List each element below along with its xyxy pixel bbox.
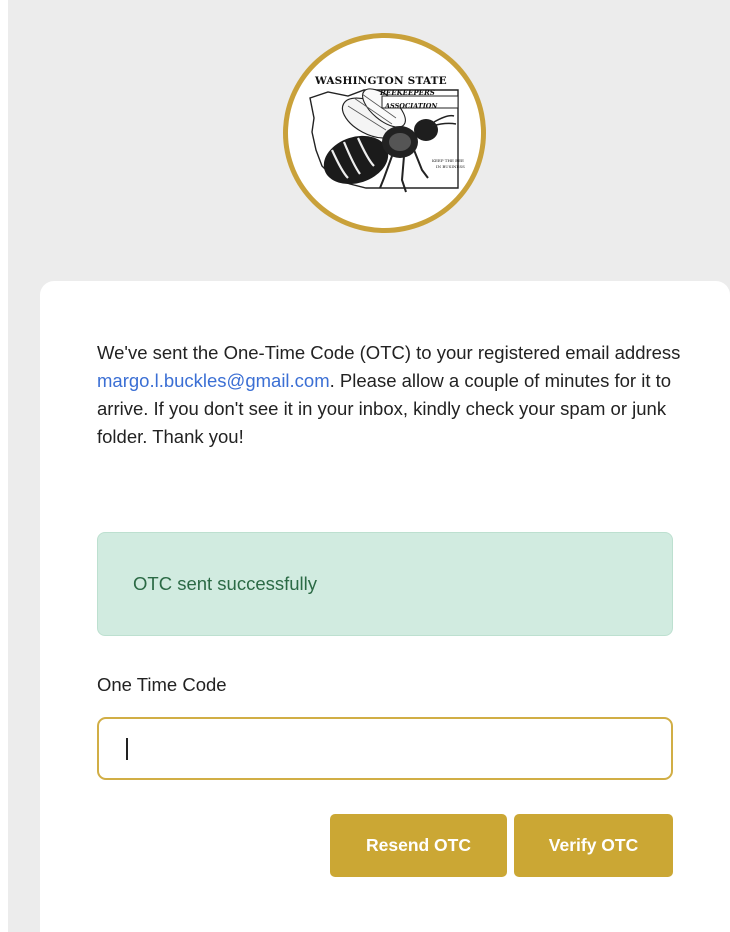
text-cursor bbox=[126, 738, 128, 760]
otc-input[interactable] bbox=[97, 717, 673, 780]
association-logo: KEEP THE BEE IN BUSINESS WASHINGTON STAT… bbox=[283, 33, 486, 233]
otc-card: We've sent the One-Time Code (OTC) to yo… bbox=[40, 281, 730, 932]
email-link[interactable]: margo.l.buckles@gmail.com bbox=[97, 370, 330, 391]
verify-otc-button[interactable]: Verify OTC bbox=[514, 814, 673, 877]
logo-seal: KEEP THE BEE IN BUSINESS WASHINGTON STAT… bbox=[288, 38, 481, 228]
message-text-before: We've sent the One-Time Code (OTC) to yo… bbox=[97, 342, 681, 363]
otc-instructions: We've sent the One-Time Code (OTC) to yo… bbox=[97, 339, 682, 451]
success-alert: OTC sent successfully bbox=[97, 532, 673, 636]
otc-field-label: One Time Code bbox=[97, 674, 227, 695]
svg-text:KEEP THE BEE: KEEP THE BEE bbox=[432, 158, 464, 163]
svg-text:IN BUSINESS: IN BUSINESS bbox=[436, 164, 465, 169]
success-alert-text: OTC sent successfully bbox=[133, 573, 318, 594]
logo-association-text: ASSOCIATION bbox=[385, 102, 438, 110]
resend-otc-button[interactable]: Resend OTC bbox=[330, 814, 507, 877]
logo-title-text: WASHINGTON STATE bbox=[315, 75, 447, 87]
bee-map-illustration: KEEP THE BEE IN BUSINESS bbox=[309, 88, 465, 193]
logo-subtitle-text: BEEKEEPERS bbox=[380, 88, 435, 97]
